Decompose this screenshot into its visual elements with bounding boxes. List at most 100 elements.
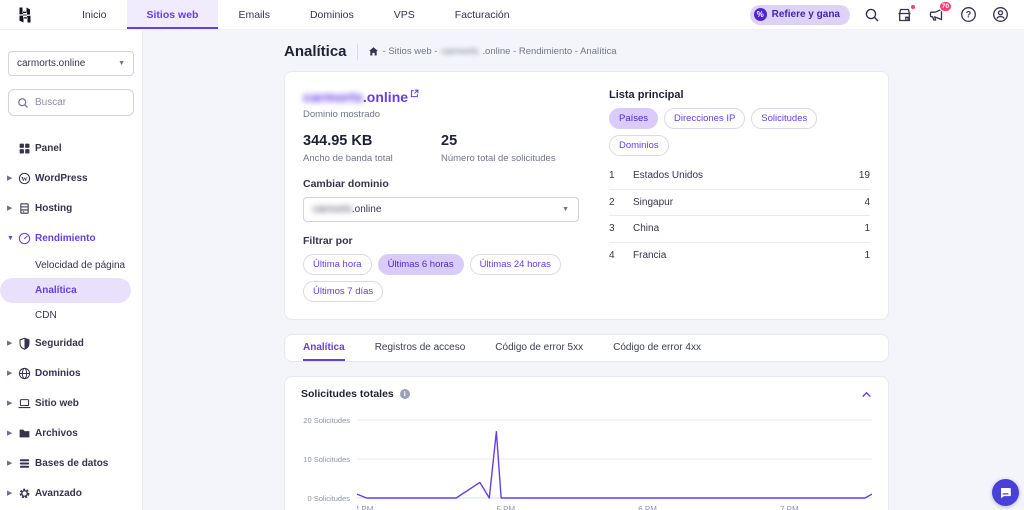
- top-list-panel: Lista principal Países Direcciones IP So…: [609, 89, 870, 302]
- sidebar: carmorts.online ▼ Panel ▶ W WordPress ▶: [0, 30, 143, 510]
- top-list-tab-dominios[interactable]: Dominios: [609, 135, 669, 156]
- search-button[interactable]: [862, 5, 882, 25]
- sidebar-item-avanzado[interactable]: ▶ Avanzado: [0, 478, 142, 508]
- total-requests-title: Solicitudes totales: [301, 388, 394, 400]
- nav-facturacion[interactable]: Facturación: [435, 0, 530, 29]
- help-icon: ?: [960, 6, 977, 23]
- sidebar-item-velocidad-de-pagina[interactable]: Velocidad de página: [0, 253, 142, 278]
- store-notification-dot: [910, 4, 916, 10]
- bandwidth-value: 344.95 KB: [303, 133, 441, 149]
- sidebar-domain-select[interactable]: carmorts.online ▼: [8, 51, 134, 76]
- top-navigation: Inicio Sitios web Emails Dominios VPS Fa…: [62, 0, 530, 29]
- table-row: 2 Singapur 4: [609, 190, 870, 217]
- chevron-right-icon: ▶: [7, 369, 18, 377]
- announcements-button[interactable]: 70: [926, 5, 946, 25]
- requests-chart-svg: 4 PM5 PM6 PM7 PM: [357, 408, 872, 510]
- sidebar-domain-value: carmorts.online: [17, 58, 85, 69]
- x-axis-label: 4 PM: [357, 505, 373, 510]
- svg-text:?: ?: [965, 10, 971, 20]
- info-icon[interactable]: i: [400, 389, 410, 399]
- search-icon: [17, 97, 29, 109]
- y-axis-label: 20 Solicitudes: [303, 416, 350, 425]
- filter-ultimas-24-horas[interactable]: Últimas 24 horas: [470, 254, 561, 275]
- sidebar-item-bases-de-datos[interactable]: ▶ Bases de datos: [0, 448, 142, 478]
- displayed-domain-link[interactable]: carmorts.online: [303, 89, 579, 105]
- sidebar-search-input[interactable]: [35, 97, 125, 108]
- svg-text:W: W: [21, 175, 28, 182]
- speedometer-icon: [18, 232, 35, 245]
- x-axis-label: 5 PM: [497, 505, 516, 510]
- nav-vps[interactable]: VPS: [374, 0, 435, 29]
- y-axis-label: 0 Solicitudes: [307, 494, 350, 503]
- domain-redacted: carmorts: [303, 89, 363, 105]
- top-list-title: Lista principal: [609, 89, 870, 101]
- chart-y-axis: 0 Solicitudes 10 Solicitudes 20 Solicitude…: [301, 408, 357, 508]
- collapse-button[interactable]: [861, 389, 872, 400]
- sidebar-item-cdn[interactable]: CDN: [0, 303, 142, 328]
- top-list-tab-paises[interactable]: Países: [609, 108, 658, 129]
- percent-badge-icon: %: [754, 8, 767, 21]
- y-axis-label: 10 Solicitudes: [303, 455, 350, 464]
- total-requests-card: Solicitudes totales i 0 Solicitudes 10 So…: [284, 376, 889, 510]
- sidebar-item-rendimiento[interactable]: ▼ Rendimiento: [0, 223, 142, 253]
- chevron-right-icon: ▶: [7, 204, 18, 212]
- chat-icon: [999, 486, 1012, 499]
- grid-icon: [18, 142, 35, 155]
- top-list-table: 1 Estados Unidos 19 2 Singapur 4 3 China…: [609, 163, 870, 269]
- filter-ultimas-6-horas[interactable]: Últimas 6 horas: [378, 254, 464, 275]
- domain-caption: Dominio mostrado: [303, 109, 579, 120]
- requests-chart: 0 Solicitudes 10 Solicitudes 20 Solicitude…: [301, 408, 872, 510]
- chevron-down-icon: ▼: [7, 235, 18, 242]
- help-button[interactable]: ?: [958, 5, 978, 25]
- announcements-count-badge: 70: [939, 1, 952, 12]
- sidebar-item-dominios[interactable]: ▶ Dominios: [0, 358, 142, 388]
- nav-emails[interactable]: Emails: [218, 0, 290, 29]
- store-button[interactable]: [894, 5, 914, 25]
- globe-icon: [18, 367, 35, 380]
- requests-line-series: [357, 432, 872, 498]
- breadcrumb: - Sitios web - carmorts .online - Rendim…: [368, 46, 617, 57]
- sidebar-item-wordpress[interactable]: ▶ W WordPress: [0, 163, 142, 193]
- hostinger-logo[interactable]: [0, 0, 50, 29]
- nav-dominios[interactable]: Dominios: [290, 0, 374, 29]
- table-row: 4 Francia 1: [609, 243, 870, 270]
- chevron-down-icon: ▼: [562, 206, 569, 213]
- nav-inicio[interactable]: Inicio: [62, 0, 127, 29]
- shield-icon: [18, 337, 35, 350]
- tab-codigo-de-error-5xx[interactable]: Código de error 5xx: [495, 335, 583, 361]
- change-domain-label: Cambiar dominio: [303, 178, 579, 190]
- sidebar-menu: Panel ▶ W WordPress ▶ Hosting ▼ Rendimie…: [0, 133, 142, 508]
- sidebar-item-seguridad[interactable]: ▶ Seguridad: [0, 328, 142, 358]
- top-list-chips: Países Direcciones IP Solicitudes Domini…: [609, 108, 870, 156]
- refer-and-earn-label: Refiere y gana: [772, 9, 840, 20]
- requests-stat: 25 Número total de solicitudes: [441, 133, 556, 164]
- x-axis-label: 6 PM: [638, 505, 657, 510]
- tab-registros-de-acceso[interactable]: Registros de acceso: [375, 335, 466, 361]
- sidebar-item-panel[interactable]: Panel: [0, 133, 142, 163]
- chat-launcher-button[interactable]: [992, 479, 1019, 506]
- summary-card: carmorts.online Dominio mostrado 344.95 …: [284, 71, 889, 320]
- search-icon: [864, 7, 880, 23]
- requests-value: 25: [441, 133, 556, 149]
- chevron-right-icon: ▶: [7, 339, 18, 347]
- nav-sitios-web[interactable]: Sitios web: [127, 0, 219, 29]
- filter-ultima-hora[interactable]: Última hora: [303, 254, 372, 275]
- change-domain-select[interactable]: carmorts.online ▼: [303, 197, 579, 222]
- sidebar-search[interactable]: [8, 89, 134, 116]
- refer-and-earn-button[interactable]: % Refiere y gana: [750, 5, 850, 25]
- account-button[interactable]: [990, 5, 1010, 25]
- sidebar-item-analitica[interactable]: Analítica: [0, 278, 131, 303]
- sidebar-item-hosting[interactable]: ▶ Hosting: [0, 193, 142, 223]
- chevron-right-icon: ▶: [7, 399, 18, 407]
- sidebar-item-archivos[interactable]: ▶ Archivos: [0, 418, 142, 448]
- wordpress-icon: W: [18, 172, 35, 185]
- filter-ultimos-7-dias[interactable]: Últimos 7 días: [303, 281, 383, 302]
- home-icon: [368, 46, 379, 57]
- tab-codigo-de-error-4xx[interactable]: Código de error 4xx: [613, 335, 701, 361]
- top-list-tab-solicitudes[interactable]: Solicitudes: [751, 108, 817, 129]
- filter-by-label: Filtrar por: [303, 235, 579, 247]
- top-list-tab-direcciones-ip[interactable]: Direcciones IP: [664, 108, 745, 129]
- server-icon: [18, 202, 35, 215]
- tab-analitica[interactable]: Analítica: [303, 335, 345, 361]
- sidebar-item-sitio-web[interactable]: ▶ Sitio web: [0, 388, 142, 418]
